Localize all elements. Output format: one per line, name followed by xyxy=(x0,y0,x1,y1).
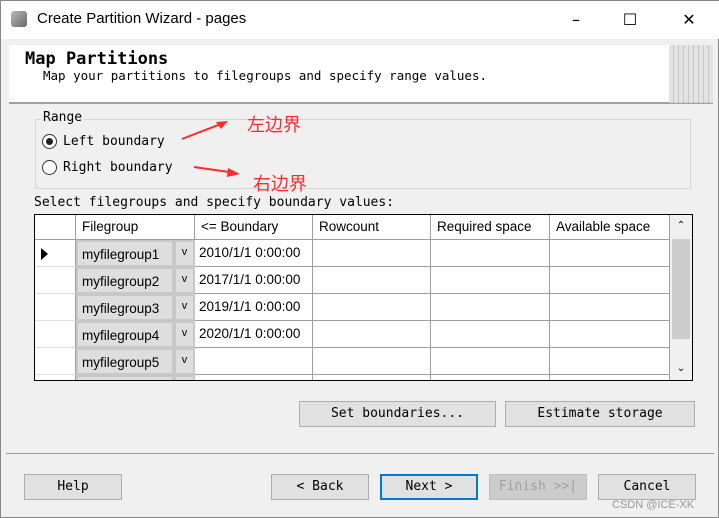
rowcount-cell xyxy=(313,348,431,375)
boundary-cell[interactable] xyxy=(195,348,313,375)
scroll-down-icon[interactable]: ⌄ xyxy=(670,358,692,380)
chevron-down-icon[interactable]: v xyxy=(174,375,195,380)
boundary-cell[interactable] xyxy=(195,375,313,380)
estimate-storage-button[interactable]: Estimate storage xyxy=(505,401,695,427)
column-header[interactable]: Rowcount xyxy=(313,215,431,240)
rowcount-cell xyxy=(313,321,431,348)
chevron-down-icon[interactable]: v xyxy=(174,240,195,267)
chevron-down-icon[interactable]: v xyxy=(174,321,195,348)
chevron-down-icon[interactable]: v xyxy=(174,294,195,321)
rowcount-cell xyxy=(313,375,431,380)
page-title: Map Partitions xyxy=(25,49,169,69)
grid-caption: Select filegroups and specify boundary v… xyxy=(34,195,395,210)
radio-button[interactable] xyxy=(42,134,57,149)
available-space-cell xyxy=(550,294,670,321)
rowcount-cell xyxy=(313,294,431,321)
boundary-cell[interactable]: 2020/1/1 0:00:00 xyxy=(195,321,313,348)
range-group xyxy=(35,119,691,189)
row-header-corner xyxy=(35,215,76,240)
vertical-scrollbar[interactable]: ⌃ ⌄ xyxy=(670,215,692,380)
maximize-button[interactable]: ☐ xyxy=(610,7,650,33)
cancel-button[interactable]: Cancel xyxy=(598,474,696,500)
current-row-icon xyxy=(41,248,48,260)
available-space-cell xyxy=(550,267,670,294)
boundary-cell[interactable]: 2010/1/1 0:00:00 xyxy=(195,240,313,267)
required-space-cell xyxy=(431,375,550,380)
range-label: Range xyxy=(41,110,85,125)
row-header[interactable] xyxy=(35,240,76,267)
column-header[interactable]: Available space xyxy=(550,215,670,240)
radio-label: Left boundary xyxy=(63,134,165,149)
chevron-down-icon[interactable]: v xyxy=(174,267,195,294)
minimize-button[interactable]: – xyxy=(556,7,596,33)
filegroup-combo[interactable]: myfilegroup1 xyxy=(76,240,174,267)
scroll-up-icon[interactable]: ⌃ xyxy=(670,215,692,237)
wizard-header: Map Partitions Map your partitions to fi… xyxy=(9,45,713,104)
available-space-cell xyxy=(550,321,670,348)
set-boundaries-button[interactable]: Set boundaries... xyxy=(299,401,496,427)
row-header[interactable] xyxy=(35,267,76,294)
cube-logo-icon xyxy=(669,45,713,103)
watermark: CSDN @ICE-XK xyxy=(612,499,695,511)
radio-label: Right boundary xyxy=(63,160,173,175)
filegroup-combo[interactable]: myfilegroup2 xyxy=(76,267,174,294)
next-button[interactable]: Next > xyxy=(380,474,478,500)
close-button[interactable]: ✕ xyxy=(669,7,709,33)
filegroup-grid[interactable]: Filegroup <= Boundary Rowcount Required … xyxy=(34,214,693,381)
required-space-cell xyxy=(431,348,550,375)
page-subtitle: Map your partitions to filegroups and sp… xyxy=(43,68,488,83)
row-header[interactable] xyxy=(35,375,76,380)
filegroup-combo[interactable]: myfilegroup4 xyxy=(76,321,174,348)
required-space-cell xyxy=(431,294,550,321)
app-icon xyxy=(11,11,27,27)
required-space-cell xyxy=(431,267,550,294)
available-space-cell xyxy=(550,375,670,380)
required-space-cell xyxy=(431,321,550,348)
required-space-cell xyxy=(431,240,550,267)
filegroup-combo[interactable]: myfilegroup5 xyxy=(76,348,174,375)
rowcount-cell xyxy=(313,267,431,294)
radio-button[interactable] xyxy=(42,160,57,175)
finish-button: Finish >>| xyxy=(489,474,587,500)
back-button[interactable]: < Back xyxy=(271,474,369,500)
row-header[interactable] xyxy=(35,294,76,321)
column-header[interactable]: Filegroup xyxy=(76,215,195,240)
column-header[interactable]: Required space xyxy=(431,215,550,240)
row-header[interactable] xyxy=(35,321,76,348)
footer-divider xyxy=(6,453,714,454)
column-header[interactable]: <= Boundary xyxy=(195,215,313,240)
window-title: Create Partition Wizard - pages xyxy=(37,10,247,27)
available-space-cell xyxy=(550,348,670,375)
available-space-cell xyxy=(550,240,670,267)
rowcount-cell xyxy=(313,240,431,267)
annotation-arrows xyxy=(181,121,240,177)
annotation-right: 右边界 xyxy=(253,174,307,195)
filegroup-combo[interactable]: myfilegroup3 xyxy=(76,294,174,321)
chevron-down-icon[interactable]: v xyxy=(174,348,195,375)
filegroup-combo[interactable] xyxy=(76,375,174,380)
row-header[interactable] xyxy=(35,348,76,375)
scrollbar-thumb[interactable] xyxy=(672,239,690,339)
boundary-cell[interactable]: 2017/1/1 0:00:00 xyxy=(195,267,313,294)
annotation-left: 左边界 xyxy=(247,115,301,136)
boundary-cell[interactable]: 2019/1/1 0:00:00 xyxy=(195,294,313,321)
arrowhead xyxy=(227,168,240,177)
help-button[interactable]: Help xyxy=(24,474,122,500)
